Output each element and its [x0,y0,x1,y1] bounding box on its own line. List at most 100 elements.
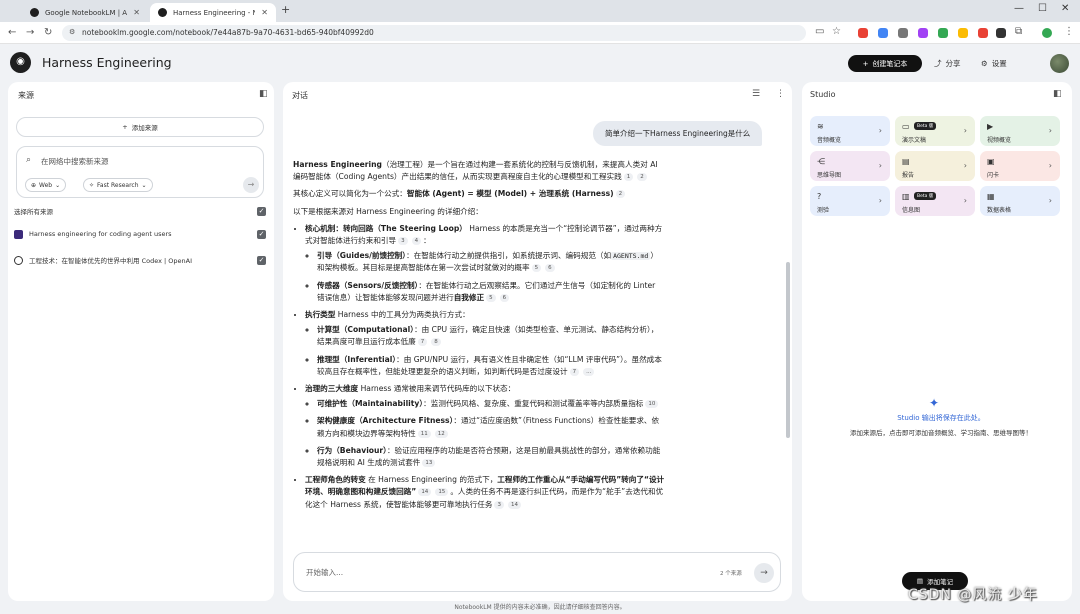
citation-chip[interactable]: 13 [422,459,436,468]
site-info-icon[interactable]: ⚙ [69,28,75,36]
citation-chip[interactable]: 12 [434,429,448,438]
bookmark-star-icon[interactable]: ☆ [832,26,841,37]
citation-chip[interactable]: 10 [645,400,659,409]
list-item: 计算型（Computational）：由 CPU 运行，确定且快速（如类型检查、… [317,324,665,348]
citation-chip[interactable]: 6 [545,264,555,273]
tile-label: 报告 [902,172,915,179]
new-tab-button[interactable]: + [281,3,290,16]
source-checkbox[interactable]: ✓ [257,229,266,239]
browser-tab-harness[interactable]: Harness Engineering - Note... ✕ [150,3,276,22]
extension-icon[interactable] [878,28,888,38]
studio-tile-video-overview[interactable]: ▶ 视频概览 › [980,116,1060,146]
source-item[interactable]: Harness engineering for coding agent use… [14,227,266,241]
settings-button[interactable]: ⚙ 设置 [981,58,1007,69]
collapse-panel-icon[interactable]: ◧ [1053,89,1062,99]
tile-label: 演示文稿 [902,137,927,144]
search-input[interactable]: 在网络中搜索新来源 [41,156,109,167]
extension-icon[interactable] [898,28,908,38]
chat-input[interactable]: 开始输入... [306,567,343,578]
share-icon: ⤴ [934,59,942,68]
close-tab-icon[interactable]: ✕ [133,8,140,17]
extension-icon[interactable] [996,28,1006,38]
select-all-checkbox[interactable]: ✓ [257,206,266,216]
citation-chip[interactable]: 8 [431,338,441,347]
select-all-row[interactable]: 选择所有来源 ✓ [14,204,266,218]
citation-chip[interactable]: 1 [623,173,634,182]
studio-tile-mind-map[interactable]: ⋲ 思维导图 › [810,151,890,181]
studio-tile-quiz[interactable]: ? 测验 › [810,186,890,216]
audio-wave-icon: ≋ [817,122,824,131]
browser-menu-icon[interactable]: ⋮ [1064,26,1074,37]
citation-chip[interactable]: 7 [417,338,428,347]
reload-icon[interactable]: ↻ [44,27,52,38]
close-tab-icon[interactable]: ✕ [261,8,268,17]
citation-chip[interactable]: ... [583,367,595,376]
list-item: 引导（Guides/前馈控制）：在智能体行动之前提供指引，如系统提示词、编码规范… [317,250,665,274]
close-window-icon[interactable]: ✕ [1061,3,1069,14]
citation-chip[interactable]: 4 [411,237,422,246]
maximize-icon[interactable]: ☐ [1038,3,1047,14]
chat-composer[interactable]: 开始输入... 2 个来源 → [293,552,781,592]
url-input[interactable]: ⚙ notebooklm.google.com/notebook/7e44a87… [62,25,806,41]
citation-chip[interactable]: 11 [417,429,431,438]
add-source-button[interactable]: + 添加来源 [16,117,264,137]
quiz-icon: ? [817,192,822,201]
source-checkbox[interactable]: ✓ [257,255,266,265]
citation-chip[interactable]: 14 [418,488,432,497]
citation-chip[interactable]: 6 [499,293,510,302]
collapse-panel-icon[interactable]: ◧ [259,89,268,99]
extensions-puzzle-icon[interactable]: ⧉ [1015,26,1022,37]
beta-badge: Beta 版 [914,122,937,130]
avatar[interactable] [1050,54,1069,73]
profile-icon[interactable] [1042,28,1052,38]
web-search-box: ⌕ 在网络中搜索新来源 ⊕ Web ⌄ ✧ Fast Research ⌄ → [16,146,264,198]
more-options-icon[interactable]: ⋮ [776,89,785,99]
citation-chip[interactable]: 7 [569,367,580,376]
extension-icon[interactable] [918,28,928,38]
share-button[interactable]: ⤴ 分享 [934,58,961,69]
chevron-right-icon: › [878,126,882,135]
studio-tile-flashcards[interactable]: ▣ 闪卡 › [980,151,1060,181]
citation-chip[interactable]: 15 [435,488,449,497]
citation-chip[interactable]: 5 [486,293,496,302]
source-item[interactable]: 工程技术：在智能体优先的世界中利用 Codex | OpenAI ✓ [14,253,266,267]
forward-icon[interactable]: → [26,27,34,38]
chevron-right-icon: › [1048,126,1052,135]
answer-detail-intro: 以下是根据来源对 Harness Engineering 的详细介绍： [293,206,483,216]
source-title: Harness engineering for coding agent use… [29,230,172,238]
add-source-label: 添加来源 [131,124,158,132]
tile-label: 信息图 [902,207,921,214]
extension-icon[interactable] [858,28,868,38]
create-notebook-button[interactable]: + 创建笔记本 [848,55,922,72]
back-icon[interactable]: ← [8,27,16,38]
citation-chip[interactable]: 3 [494,500,504,509]
citation-chip[interactable]: 2 [615,190,626,199]
chat-scrollbar[interactable] [786,262,790,438]
minimize-icon[interactable]: — [1014,3,1024,14]
studio-tile-report[interactable]: ▤ 报告 › [895,151,975,181]
search-submit-button[interactable]: → [243,177,259,193]
extension-icon[interactable] [978,28,988,38]
web-chip[interactable]: ⊕ Web ⌄ [25,178,67,192]
assistant-answer: Harness Engineering（治理工程）是一个旨在通过构建一套系统化的… [293,159,665,516]
extension-icon[interactable] [958,28,968,38]
studio-tile-slides[interactable]: ▭ Beta 版 演示文稿 › [895,116,975,146]
citation-chip[interactable]: 14 [507,500,521,509]
citation-chip[interactable]: 3 [398,237,408,246]
studio-tile-audio-overview[interactable]: ≋ 音频概览 › [810,116,890,146]
citation-chip[interactable]: 5 [531,264,542,273]
cast-icon[interactable]: ▭ [815,26,824,37]
answer-list: 核心机制：转向回路（The Steering Loop） Harness 的本质… [305,223,665,511]
citation-chip[interactable]: 2 [637,173,647,182]
tune-icon[interactable]: ☰ [752,89,760,99]
send-button[interactable]: → [754,563,774,583]
studio-tile-infographic[interactable]: ▥ Beta 版 信息图 › [895,186,975,216]
extension-icon[interactable] [938,28,948,38]
sources-title: 来源 [18,91,34,100]
research-mode-chip[interactable]: ✧ Fast Research ⌄ [83,178,153,192]
notebook-title[interactable]: Harness Engineering [42,55,172,70]
browser-tab-notebooklm[interactable]: Google NotebookLM | AI 研... ✕ [22,3,148,22]
notebooklm-logo-icon[interactable]: ◉ [10,52,31,73]
studio-tile-data-table[interactable]: ▦ 数据表格 › [980,186,1060,216]
sparkle-icon: ✧ [89,181,95,189]
